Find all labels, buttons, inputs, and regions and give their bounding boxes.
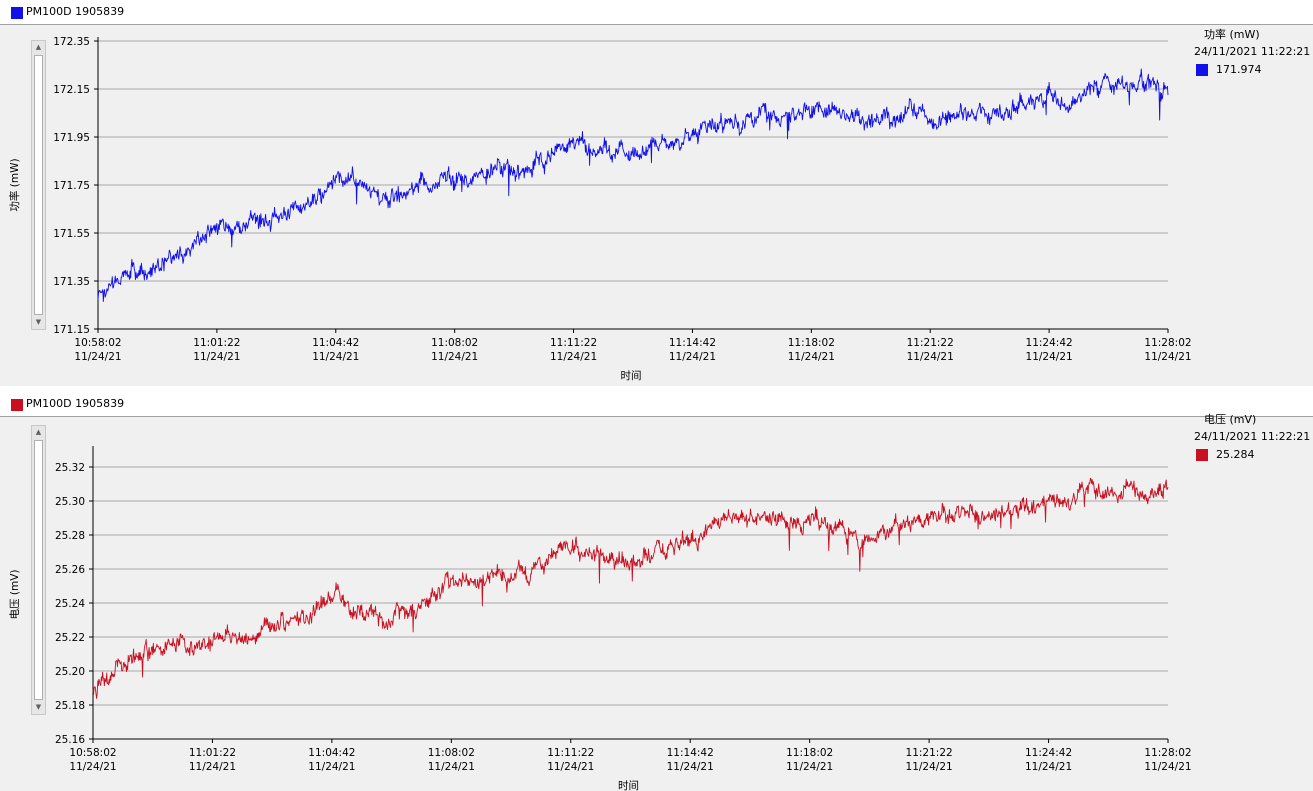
y-tick-label: 25.22 xyxy=(55,632,85,644)
x-tick-time-label: 11:04:42 xyxy=(308,747,355,759)
voltage-line-chart: 25.32 25.30 25.28 25.26 25.24 25.22 25.20 25.18… xyxy=(8,446,1192,791)
device-color-swatch xyxy=(11,399,23,411)
x-tick-date-label: 11/24/21 xyxy=(669,351,716,363)
voltage-chart-panel: PM100D 1905839 ▲ ▼ 25.32 25.30 25.28 25.26 2… xyxy=(0,392,1313,791)
panel-header: PM100D 1905839 xyxy=(0,0,1313,25)
x-tick-time-label: 11:08:02 xyxy=(428,747,475,759)
x-tick-date-label: 11/24/21 xyxy=(428,761,475,773)
x-tick-date-label: 11/24/21 xyxy=(1025,761,1072,773)
y-tick-label: 171.15 xyxy=(53,324,90,336)
legend-title: 功率 (mW) xyxy=(1204,28,1260,41)
x-tick-time-label: 11:08:02 xyxy=(431,337,478,349)
y-tick-label: 25.20 xyxy=(55,666,85,678)
x-tick-time-label: 11:18:02 xyxy=(786,747,833,759)
x-tick-time-label: 11:21:22 xyxy=(906,747,953,759)
x-tick-date-label: 11/24/21 xyxy=(193,351,240,363)
x-tick-date-label: 11/24/21 xyxy=(308,761,355,773)
y-tick-label: 25.16 xyxy=(55,734,85,746)
x-tick-time-label: 11:11:22 xyxy=(547,747,594,759)
chart-area: ▲ ▼ 172.35 172.15 171.95 171.75 171.55 171.35… xyxy=(0,25,1313,386)
x-tick-time-label: 11:14:42 xyxy=(667,747,714,759)
x-tick-time-label: 11:18:02 xyxy=(788,337,835,349)
x-tick-time-label: 11:28:02 xyxy=(1144,337,1191,349)
power-chart-panel: PM100D 1905839 ▲ ▼ 172.35 172.15 171.95 171… xyxy=(0,0,1313,386)
x-tick-date-label: 11/24/21 xyxy=(667,761,714,773)
device-color-swatch xyxy=(11,7,23,19)
x-tick-time-label: 11:24:42 xyxy=(1025,747,1072,759)
x-tick-time-label: 11:11:22 xyxy=(550,337,597,349)
legend-series-swatch xyxy=(1196,449,1208,461)
x-axis-label: 时间 xyxy=(621,369,642,382)
x-tick-time-label: 11:21:22 xyxy=(907,337,954,349)
x-tick-date-label: 11/24/21 xyxy=(189,761,236,773)
y-tick-label: 171.35 xyxy=(53,276,90,288)
legend-series-swatch xyxy=(1196,64,1208,76)
y-tick-label: 171.75 xyxy=(53,180,90,192)
chart-area: ▲ ▼ 25.32 25.30 25.28 25.26 25.24 25.22 25.20 2… xyxy=(0,413,1313,791)
y-axis-label: 电压 (mV) xyxy=(8,570,21,620)
x-tick-time-label: 11:24:42 xyxy=(1026,337,1073,349)
y-tick-label: 25.30 xyxy=(55,496,85,508)
x-tick-time-label: 11:01:22 xyxy=(193,337,240,349)
x-tick-date-label: 11/24/21 xyxy=(1144,761,1191,773)
x-tick-date-label: 11/24/21 xyxy=(788,351,835,363)
x-tick-date-label: 11/24/21 xyxy=(550,351,597,363)
y-tick-label: 171.95 xyxy=(53,132,90,144)
legend-title: 电压 (mV) xyxy=(1204,413,1257,426)
y-tick-label: 25.32 xyxy=(55,462,85,474)
x-tick-time-label: 10:58:02 xyxy=(74,337,121,349)
x-tick-time-label: 11:28:02 xyxy=(1144,747,1191,759)
x-tick-date-label: 11/24/21 xyxy=(1144,351,1191,363)
x-tick-time-label: 11:14:42 xyxy=(669,337,716,349)
device-label: PM100D 1905839 xyxy=(26,397,125,410)
x-tick-time-label: 11:04:42 xyxy=(312,337,359,349)
legend-timestamp: 24/11/2021 11:22:21 xyxy=(1194,45,1311,58)
x-tick-time-label: 11:01:22 xyxy=(189,747,236,759)
series-line xyxy=(92,477,1169,699)
x-tick-date-label: 11/24/21 xyxy=(312,351,359,363)
y-tick-label: 172.15 xyxy=(53,84,90,96)
x-tick-date-label: 11/24/21 xyxy=(69,761,116,773)
y-axis-label: 功率 (mW) xyxy=(8,158,21,211)
legend-timestamp: 24/11/2021 11:22:21 xyxy=(1194,430,1311,443)
y-tick-label: 25.28 xyxy=(55,530,85,542)
x-axis-label: 时间 xyxy=(618,779,639,791)
power-line-chart: 172.35 172.15 171.95 171.75 171.55 171.35 171.… xyxy=(8,36,1192,382)
x-tick-date-label: 11/24/21 xyxy=(906,761,953,773)
y-tick-label: 25.26 xyxy=(55,564,85,576)
y-tick-label: 172.35 xyxy=(53,36,90,48)
device-label: PM100D 1905839 xyxy=(26,5,125,18)
x-tick-date-label: 11/24/21 xyxy=(547,761,594,773)
x-tick-date-label: 11/24/21 xyxy=(907,351,954,363)
y-tick-label: 25.18 xyxy=(55,700,85,712)
panel-header: PM100D 1905839 xyxy=(0,392,1313,417)
x-tick-date-label: 11/24/21 xyxy=(431,351,478,363)
x-tick-date-label: 11/24/21 xyxy=(74,351,121,363)
x-tick-date-label: 11/24/21 xyxy=(1026,351,1073,363)
legend-value: 25.284 xyxy=(1216,448,1255,461)
x-tick-date-label: 11/24/21 xyxy=(786,761,833,773)
legend-value: 171.974 xyxy=(1216,63,1262,76)
x-tick-time-label: 10:58:02 xyxy=(69,747,116,759)
y-tick-label: 25.24 xyxy=(55,598,85,610)
y-tick-label: 171.55 xyxy=(53,228,90,240)
